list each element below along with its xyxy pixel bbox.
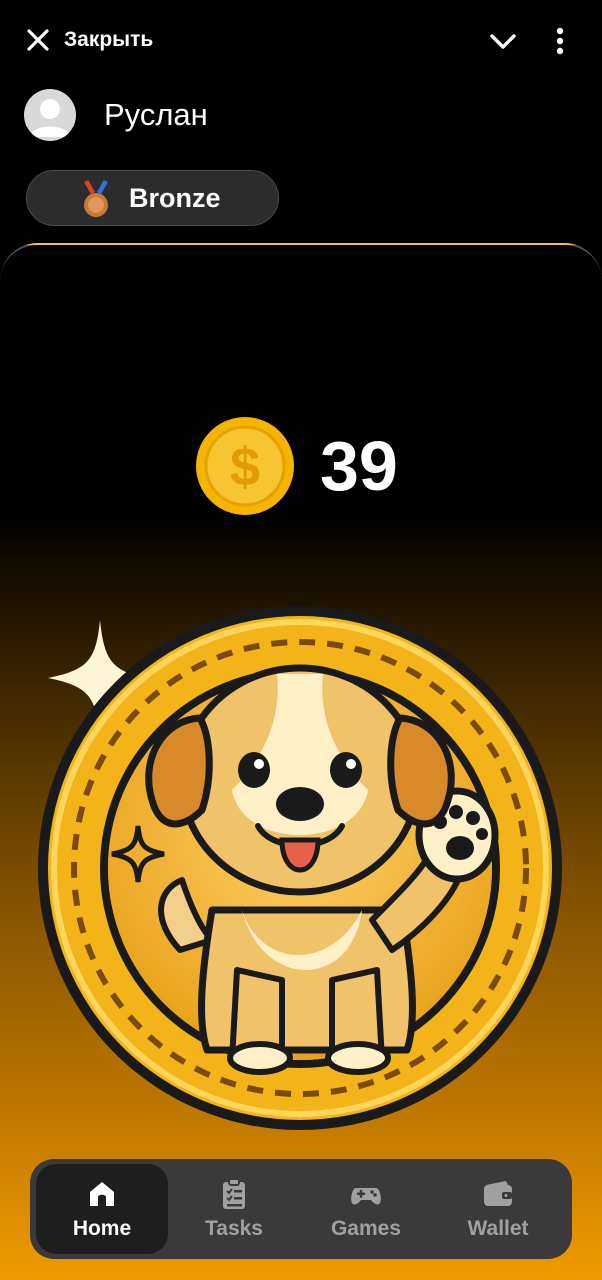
nav-item-wallet[interactable]: Wallet <box>432 1164 564 1254</box>
nav-label-home: Home <box>72 1217 132 1240</box>
nav-label-tasks: Tasks <box>205 1217 263 1240</box>
clipboard-icon <box>223 1178 245 1209</box>
nav-label-wallet: Wallet <box>467 1217 529 1240</box>
top-bar: Закрыть <box>0 0 602 80</box>
gamepad-icon <box>351 1188 381 1205</box>
rank-label: Bronze <box>129 182 221 213</box>
close-button[interactable]: Закрыть <box>24 26 153 54</box>
close-icon <box>27 29 49 51</box>
chevron-down-icon[interactable] <box>486 24 520 58</box>
balance-value: 39 <box>320 427 398 505</box>
user-icon <box>30 99 70 137</box>
home-icon <box>90 1182 114 1206</box>
username: Руслан <box>104 97 208 132</box>
nav-item-games[interactable]: Games <box>300 1164 432 1254</box>
wallet-icon <box>484 1181 512 1206</box>
main-panel: $ 39 <box>0 243 602 1280</box>
nav-label-games: Games <box>330 1217 402 1240</box>
bottom-nav: Home Tasks Games Wallet <box>30 1159 572 1259</box>
svg-text:$: $ <box>230 437 260 497</box>
dollar-coin-icon: $ <box>196 417 294 515</box>
nav-item-home[interactable]: Home <box>36 1164 168 1254</box>
avatar <box>24 89 76 141</box>
puppy-coin-icon <box>38 606 562 1130</box>
close-label: Закрыть <box>64 28 154 51</box>
more-options-icon[interactable] <box>546 24 574 58</box>
tap-coin-button[interactable] <box>32 590 568 1130</box>
nav-item-tasks[interactable]: Tasks <box>168 1164 300 1254</box>
user-profile[interactable]: Руслан <box>24 88 208 142</box>
balance-display: $ 39 <box>194 415 398 517</box>
